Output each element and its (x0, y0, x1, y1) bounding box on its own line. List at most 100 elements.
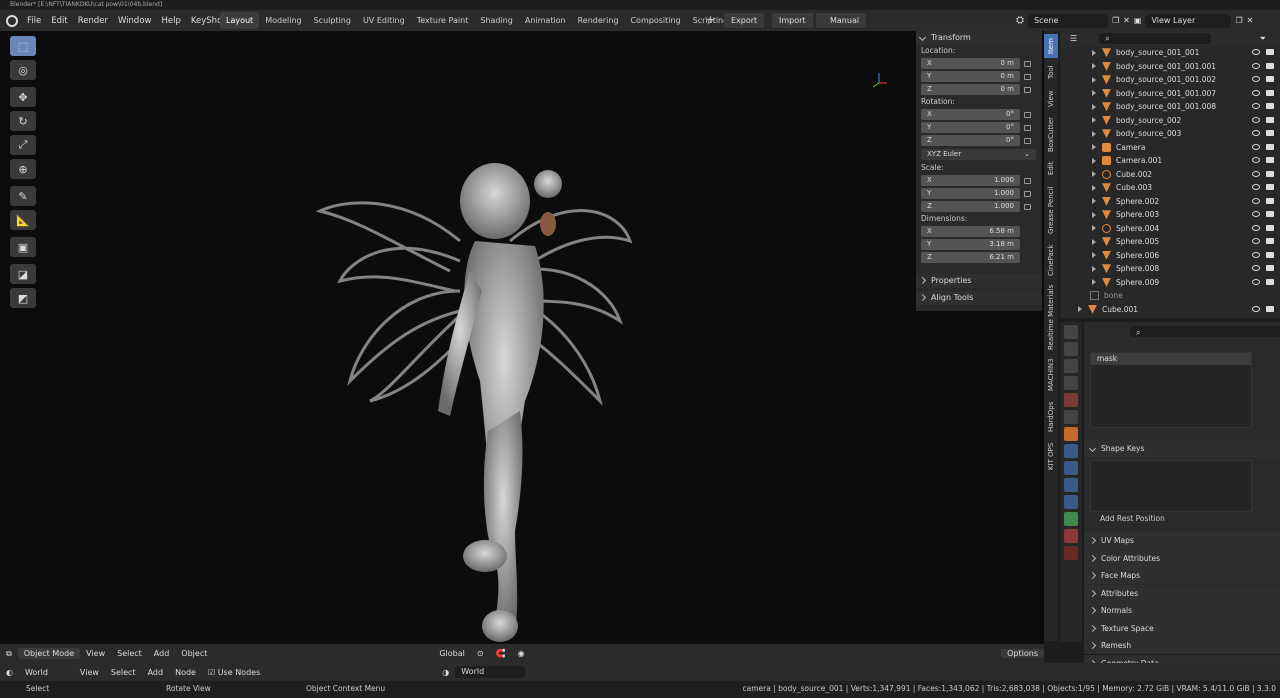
tab-layout[interactable]: Layout (220, 12, 260, 29)
eye-icon[interactable] (1252, 224, 1260, 231)
rotate-tool-icon[interactable]: ↻ (10, 111, 36, 131)
copy-layer-icon[interactable]: ❐ (1235, 16, 1242, 25)
world-icon[interactable]: ◑ (436, 668, 455, 677)
expand-icon[interactable] (1092, 279, 1096, 286)
delete-layer-icon[interactable]: ✕ (1247, 16, 1254, 25)
select-menu[interactable]: Select (111, 649, 148, 658)
proportional-icon[interactable]: ◉ (512, 649, 531, 658)
lock-icon[interactable] (1024, 177, 1031, 184)
tab-cinepack[interactable]: CinePack (1044, 241, 1058, 279)
outliner-item[interactable]: Sphere.006 (1060, 249, 1280, 263)
eye-icon[interactable] (1252, 278, 1260, 285)
scene-icon[interactable] (1064, 393, 1078, 407)
property-section[interactable]: UV Maps (1084, 532, 1280, 549)
location-y[interactable]: Y 0 m (921, 70, 1031, 83)
camera-render-icon[interactable] (1266, 76, 1274, 82)
expand-icon[interactable] (1092, 76, 1096, 83)
node-menu[interactable]: Node (169, 668, 202, 677)
lock-icon[interactable] (1024, 73, 1031, 80)
shape-keys-list[interactable] (1090, 460, 1252, 512)
tab-rendering[interactable]: Rendering (572, 12, 625, 29)
output-icon[interactable] (1064, 359, 1078, 373)
tab-item[interactable]: Item (1044, 34, 1058, 58)
camera-render-icon[interactable] (1266, 157, 1274, 163)
rotation-x[interactable]: X 0° (921, 108, 1031, 121)
eye-icon[interactable] (1252, 103, 1260, 109)
expand-icon[interactable] (1092, 117, 1096, 124)
transform-tool-icon[interactable]: ⊕ (10, 159, 36, 179)
filter-icon[interactable]: ⏷ (1260, 34, 1266, 44)
menu-render[interactable]: Render (73, 16, 113, 26)
view-menu[interactable]: View (74, 668, 105, 677)
outliner-item[interactable]: Sphere.003 (1060, 208, 1280, 222)
expand-icon[interactable] (1092, 157, 1096, 164)
camera-render-icon[interactable] (1266, 103, 1274, 109)
pivot-icon[interactable]: ⊙ (471, 649, 490, 658)
menu-help[interactable]: Help (156, 16, 185, 26)
scale-y[interactable]: Y 1.000 (921, 187, 1031, 200)
tab-shading[interactable]: Shading (474, 12, 519, 29)
outliner-item-bone[interactable]: bone (1060, 289, 1280, 303)
tab-realtime-materials[interactable]: Realtime Materials (1044, 283, 1058, 351)
texture-icon[interactable] (1064, 546, 1078, 560)
tab-animation[interactable]: Animation (519, 12, 572, 29)
property-section[interactable]: Texture Space (1084, 619, 1280, 637)
expand-icon[interactable] (1092, 49, 1096, 56)
tab-machin3[interactable]: MACHIN3 (1044, 355, 1058, 395)
add-menu[interactable]: Add (148, 649, 176, 658)
add-cube-tool-icon[interactable]: ▣ (10, 237, 36, 257)
lock-icon[interactable] (1024, 60, 1031, 67)
3d-viewport[interactable] (0, 31, 1044, 644)
location-z[interactable]: Z 0 m (921, 83, 1031, 96)
outliner-item[interactable]: Sphere.008 (1060, 262, 1280, 276)
lock-icon[interactable] (1024, 124, 1031, 131)
expand-icon[interactable] (1092, 198, 1096, 205)
dimension-y[interactable]: Y 3.18 m (921, 238, 1020, 251)
eye-icon[interactable] (1252, 76, 1260, 82)
outliner-item[interactable]: Cube.002 (1060, 168, 1280, 182)
eye-icon[interactable] (1252, 89, 1260, 96)
physics-icon[interactable] (1064, 478, 1078, 492)
location-x[interactable]: X 0 m (921, 57, 1031, 70)
expand-icon[interactable] (1092, 63, 1096, 70)
outliner-item[interactable]: Camera (1060, 141, 1280, 155)
particles-icon[interactable] (1064, 461, 1078, 475)
menu-file[interactable]: File (22, 16, 46, 26)
align-tools-section[interactable]: Align Tools (916, 291, 1042, 305)
tab-edit[interactable]: Edit (1044, 157, 1058, 179)
camera-render-icon[interactable] (1266, 265, 1274, 271)
property-section[interactable]: Attributes (1084, 584, 1280, 602)
select-menu[interactable]: Select (105, 668, 142, 677)
camera-render-icon[interactable] (1266, 49, 1274, 55)
shape-keys-section[interactable]: Shape Keys (1084, 440, 1280, 457)
tab-tool[interactable]: Tool (1044, 61, 1058, 83)
modifier-icon[interactable] (1064, 444, 1078, 458)
expand-icon[interactable] (1092, 252, 1096, 259)
eye-icon[interactable] (1252, 116, 1260, 123)
property-section[interactable]: Color Attributes (1084, 549, 1280, 567)
blender-logo-icon[interactable] (6, 15, 18, 27)
property-section[interactable]: Remesh (1084, 637, 1280, 654)
tool-icon[interactable] (1064, 325, 1078, 339)
camera-render-icon[interactable] (1266, 130, 1274, 136)
property-section[interactable]: Face Maps (1084, 567, 1280, 584)
view-layer-icon[interactable]: ▣ (1134, 16, 1142, 25)
expand-icon[interactable] (1092, 211, 1096, 218)
manual-button[interactable]: Manual (816, 13, 867, 28)
move-tool-icon[interactable]: ✥ (10, 87, 36, 107)
expand-icon[interactable] (1092, 130, 1096, 137)
tab-grease-pencil[interactable]: Grease Pencil (1044, 183, 1058, 237)
outliner-item[interactable]: Sphere.002 (1060, 195, 1280, 209)
measure-tool-icon[interactable]: 📐 (10, 210, 36, 230)
cursor-tool-icon[interactable]: ◎ (10, 60, 36, 80)
hardops-tool-icon[interactable]: ◩ (10, 288, 36, 308)
export-button[interactable]: Export (724, 13, 765, 28)
outliner-item[interactable]: Cube.003 (1060, 181, 1280, 195)
rotation-mode-select[interactable]: XYZ Euler ⌄ (921, 148, 1036, 161)
properties-search-input[interactable]: ⌕ (1130, 325, 1280, 337)
camera-render-icon[interactable] (1266, 238, 1274, 244)
use-nodes-checkbox[interactable]: ☑ Use Nodes (202, 668, 266, 677)
outliner-item[interactable]: body_source_001_001.008 (1060, 100, 1280, 114)
camera-render-icon[interactable] (1266, 89, 1274, 96)
eye-icon[interactable] (1252, 157, 1260, 163)
